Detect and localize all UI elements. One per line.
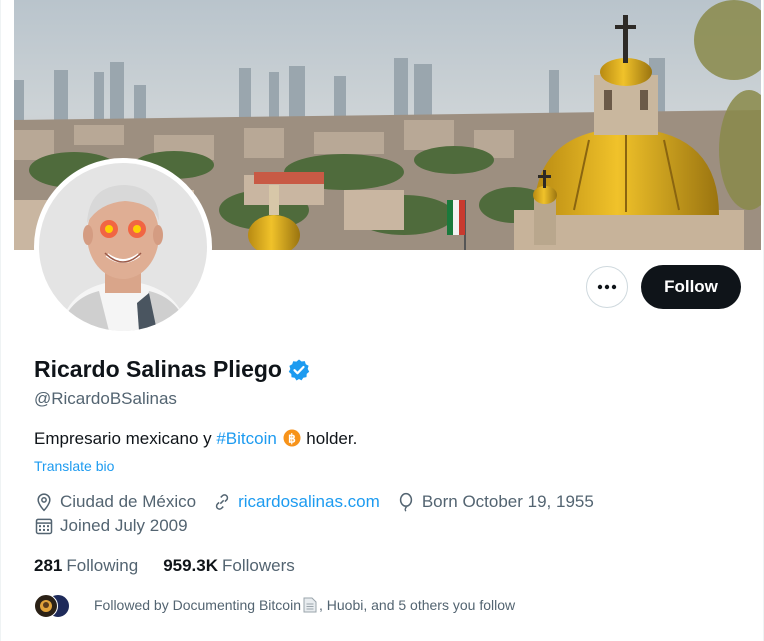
more-options-button[interactable] — [586, 266, 628, 308]
website-link[interactable]: ricardosalinas.com — [238, 492, 380, 512]
profile-meta-row-joined: Joined July 2009 — [34, 516, 204, 536]
following-stat-link[interactable]: 281 Following — [34, 556, 138, 576]
joined-text: Joined July 2009 — [60, 516, 188, 535]
follow-stats: 281 Following 959.3K Followers — [34, 556, 320, 576]
avatar-photo — [39, 163, 207, 331]
more-dots-icon — [597, 284, 617, 290]
translate-bio-link[interactable]: Translate bio — [34, 458, 114, 474]
calendar-icon — [35, 518, 53, 535]
birthday-text: Born October 19, 1955 — [421, 492, 594, 511]
followed-by-row[interactable]: Followed by Documenting Bitcoin , Huobi,… — [34, 592, 515, 618]
location-pin-icon — [37, 493, 51, 512]
followed-by-prefix: Followed by Documenting Bitcoin — [94, 597, 301, 613]
profile-name: Ricardo Salinas Pliego — [34, 356, 311, 383]
followed-by-suffix: , Huobi, and 5 others you follow — [319, 597, 516, 613]
mini-avatar — [34, 594, 58, 618]
verified-badge-icon[interactable] — [287, 358, 311, 382]
link-icon — [215, 494, 229, 510]
following-label: Following — [66, 556, 139, 575]
followers-count: 959.3K — [163, 556, 219, 575]
follow-button[interactable]: Follow — [641, 265, 741, 309]
followed-by-avatars — [34, 592, 74, 618]
website-item: ricardosalinas.com — [212, 492, 380, 512]
profile-avatar[interactable] — [34, 158, 212, 336]
joined-item: Joined July 2009 — [34, 516, 188, 536]
document-emoji-icon — [303, 597, 317, 613]
bitcoin-hashtag-link[interactable]: #Bitcoin — [216, 429, 276, 448]
svg-text:฿: ฿ — [288, 432, 296, 446]
followers-label: Followers — [222, 556, 295, 575]
profile-meta-row: Ciudad de México ricardosalinas.com Born… — [34, 492, 610, 512]
following-count: 281 — [34, 556, 63, 575]
location-text: Ciudad de México — [60, 492, 197, 511]
display-name: Ricardo Salinas Pliego — [34, 356, 282, 382]
bio-suffix: holder. — [301, 429, 358, 448]
profile-handle: @RicardoBSalinas — [34, 389, 177, 408]
location-item: Ciudad de México — [34, 492, 196, 512]
followers-stat-link[interactable]: 959.3K Followers — [163, 556, 295, 576]
bio-prefix: Empresario mexicano y — [34, 429, 217, 448]
balloon-icon — [399, 492, 412, 512]
birthday-item: Born October 19, 1955 — [396, 492, 594, 512]
bitcoin-emoji-icon: ฿ — [283, 429, 301, 447]
profile-bio: Empresario mexicano y #Bitcoin ฿ holder. — [34, 429, 357, 449]
